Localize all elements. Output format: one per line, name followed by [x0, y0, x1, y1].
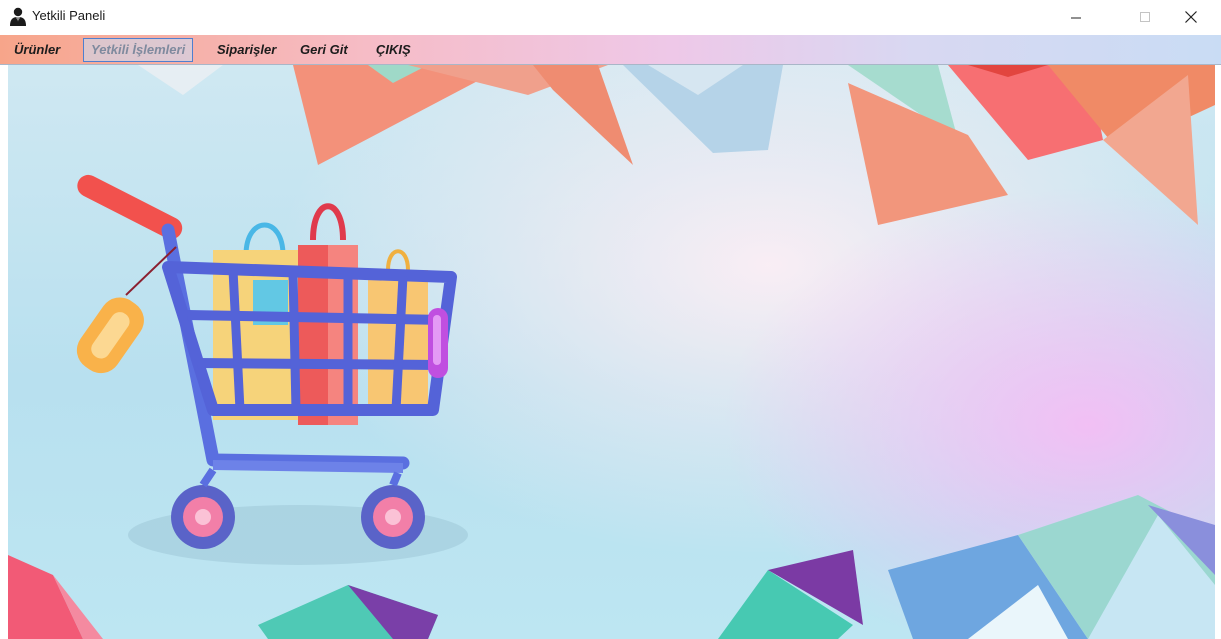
close-icon: [1185, 11, 1197, 23]
close-button[interactable]: [1168, 0, 1214, 34]
minimize-button[interactable]: [1053, 0, 1099, 34]
title-bar: Yetkili Paneli: [0, 0, 1221, 34]
background-image-panel: [8, 65, 1215, 639]
shopping-cart-icon: [76, 174, 468, 565]
top-coral-shard: [533, 65, 633, 165]
menu-item-urunler[interactable]: Ürünler: [14, 39, 60, 60]
bottom-left-pink: [8, 555, 83, 639]
menu-item-yetkili-islemleri[interactable]: Yetkili İşlemleri: [83, 38, 194, 62]
window-title: Yetkili Paneli: [32, 8, 106, 23]
top-left-poly: [138, 65, 223, 95]
maximize-icon: [1140, 12, 1150, 22]
menu-item-siparisler[interactable]: Siparişler: [217, 39, 276, 60]
menu-item-cikis[interactable]: ÇIKIŞ: [376, 39, 411, 60]
maximize-button[interactable]: [1122, 0, 1168, 34]
menu-bar: Ürünler Yetkili İşlemleri Siparişler Ger…: [0, 35, 1221, 65]
shopping-background-illustration: [8, 65, 1215, 639]
menu-item-geri-git[interactable]: Geri Git: [300, 39, 348, 60]
user-suit-icon: [9, 7, 27, 27]
minimize-icon: [1071, 17, 1081, 19]
